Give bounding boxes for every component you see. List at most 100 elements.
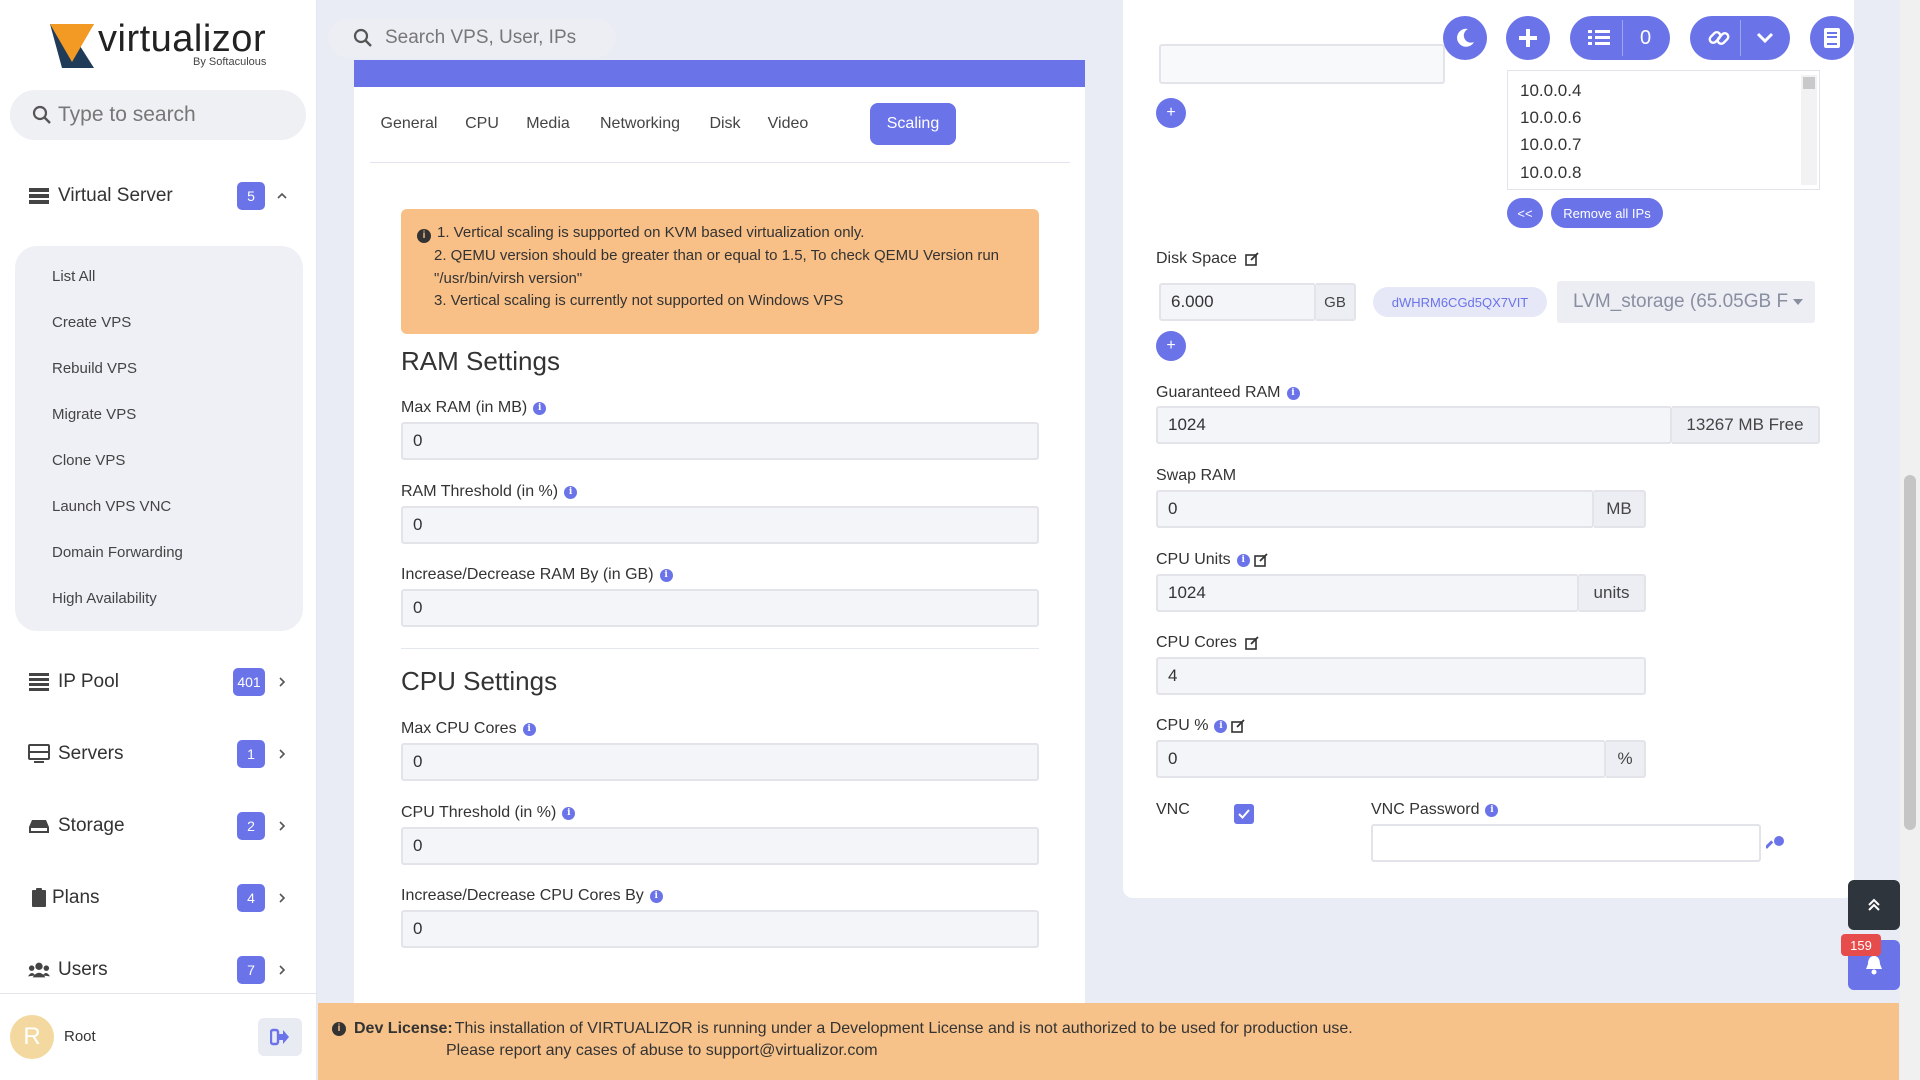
ip-back-button[interactable]: << — [1507, 198, 1543, 228]
links-dropdown-button[interactable] — [1690, 16, 1790, 60]
chevron-right-icon — [279, 749, 286, 759]
add-ip-button[interactable]: + — [1156, 98, 1186, 128]
key-icon[interactable] — [1766, 834, 1786, 854]
sidebar-search-input[interactable]: Type to search — [10, 90, 306, 140]
submenu-create-vps[interactable]: Create VPS — [52, 314, 131, 331]
sidebar-item-label: Servers — [58, 743, 124, 764]
swap-ram-label-text: Swap RAM — [1156, 467, 1237, 484]
dark-mode-button[interactable] — [1443, 16, 1487, 60]
chevron-right-icon — [279, 821, 286, 831]
swap-ram-input[interactable]: 0 — [1156, 490, 1594, 528]
cpu-units-input[interactable]: 1024 — [1156, 574, 1579, 612]
ip-list-item[interactable]: 10.0.0.8 — [1520, 163, 1581, 183]
edit-icon[interactable] — [1231, 719, 1246, 733]
tab-general[interactable]: General — [370, 103, 448, 145]
add-button[interactable] — [1506, 16, 1550, 60]
info-icon[interactable]: i — [564, 485, 578, 499]
logout-button[interactable] — [258, 1018, 302, 1056]
submenu-list-all[interactable]: List All — [52, 268, 95, 285]
cpu-percent-unit: % — [1606, 740, 1646, 778]
info-icon[interactable]: i — [649, 889, 663, 903]
info-icon[interactable]: i — [533, 401, 547, 415]
submenu-clone-vps[interactable]: Clone VPS — [52, 452, 125, 469]
tab-video[interactable]: Video — [758, 103, 818, 145]
page-scrollbar[interactable] — [1900, 0, 1920, 1080]
add-disk-button[interactable]: + — [1156, 331, 1186, 361]
storage-select[interactable]: LVM_storage (65.05GB F — [1557, 281, 1815, 323]
sidebar-item-users[interactable]: Users 7 — [0, 950, 317, 990]
info-icon[interactable]: i — [1236, 553, 1250, 567]
submenu-rebuild-vps[interactable]: Rebuild VPS — [52, 360, 137, 377]
user-bar: R Root — [0, 993, 317, 1080]
ram-free-label: 13267 MB Free — [1672, 406, 1820, 444]
scrollbar-thumb[interactable] — [1803, 77, 1815, 89]
guaranteed-ram-input[interactable]: 1024 — [1156, 406, 1672, 444]
sidebar-item-servers[interactable]: Servers 1 — [0, 734, 317, 774]
alert-line-1-text: 1. Vertical scaling is supported on KVM … — [437, 224, 865, 241]
ip-list-scrollbar[interactable] — [1801, 75, 1817, 185]
remove-all-ips-button[interactable]: Remove all IPs — [1551, 198, 1663, 228]
tab-disk[interactable]: Disk — [700, 103, 750, 145]
disk-unit: GB — [1316, 283, 1356, 321]
avatar[interactable]: R — [10, 1015, 54, 1059]
info-icon[interactable]: i — [562, 806, 576, 820]
submenu-domain-forwarding[interactable]: Domain Forwarding — [52, 544, 183, 561]
vnc-checkbox[interactable] — [1234, 804, 1254, 824]
tab-cpu[interactable]: CPU — [456, 103, 508, 145]
cpu-increase-input[interactable]: 0 — [401, 910, 1039, 948]
docs-button[interactable] — [1810, 16, 1854, 60]
scrollbar-thumb[interactable] — [1904, 475, 1916, 830]
ram-increase-input[interactable]: 0 — [401, 589, 1039, 627]
virtualizor-logo[interactable]: virtualizor By Softaculous — [50, 18, 290, 72]
sidebar-item-ip-pool[interactable]: IP Pool 401 — [0, 662, 317, 702]
edit-icon[interactable] — [1245, 636, 1259, 650]
hdd-icon — [29, 820, 49, 833]
ram-threshold-input[interactable]: 0 — [401, 506, 1039, 544]
cpu-settings-title: CPU Settings — [401, 666, 558, 696]
swap-unit: MB — [1594, 490, 1646, 528]
cpu-threshold-label: CPU Threshold (in %) i — [401, 804, 576, 822]
info-icon[interactable]: i — [522, 722, 536, 736]
info-icon[interactable]: i — [1214, 719, 1228, 733]
info-icon[interactable]: i — [1485, 803, 1499, 817]
ip-list-item[interactable]: 10.0.0.4 — [1520, 81, 1581, 101]
tab-networking[interactable]: Networking — [588, 103, 692, 145]
submenu-launch-vps-vnc[interactable]: Launch VPS VNC — [52, 498, 171, 515]
disk-space-input[interactable]: 6.000 — [1159, 283, 1316, 321]
ram-increase-label: Increase/Decrease RAM By (in GB) i — [401, 566, 673, 584]
max-cpu-cores-input[interactable]: 0 — [401, 743, 1039, 781]
info-icon[interactable]: i — [1286, 386, 1300, 400]
ip-select-input[interactable] — [1159, 44, 1445, 84]
vnc-password-input[interactable] — [1371, 824, 1761, 862]
sidebar-item-virtual-server[interactable]: Virtual Server 5 — [0, 176, 317, 216]
scroll-to-top-button[interactable] — [1848, 880, 1900, 930]
monitor-icon — [28, 744, 50, 763]
top-search-input[interactable]: Search VPS, User, IPs — [328, 18, 616, 58]
card-header-strip — [354, 60, 1085, 87]
sidebar-item-storage[interactable]: Storage 2 — [0, 806, 317, 846]
vnc-password-label-text: VNC Password — [1371, 801, 1480, 818]
cpu-percent-input[interactable]: 0 — [1156, 740, 1606, 778]
sidebar-item-plans[interactable]: Plans 4 — [0, 878, 317, 918]
disk-id-badge: dWHRM6CGd5QX7VIT — [1373, 287, 1547, 317]
guaranteed-ram-label: Guaranteed RAM i — [1156, 384, 1300, 402]
edit-icon[interactable] — [1245, 252, 1259, 266]
info-icon[interactable]: i — [659, 568, 673, 582]
submenu-migrate-vps[interactable]: Migrate VPS — [52, 406, 136, 423]
ip-list-item[interactable]: 10.0.0.6 — [1520, 108, 1581, 128]
notification-count-badge: 159 — [1841, 934, 1881, 956]
max-ram-input[interactable]: 0 — [401, 422, 1039, 460]
ip-list-item[interactable]: 10.0.0.7 — [1520, 135, 1581, 155]
cpu-cores-input[interactable]: 4 — [1156, 657, 1646, 695]
tab-media[interactable]: Media — [516, 103, 580, 145]
tasks-button[interactable]: 0 — [1570, 16, 1670, 60]
alert-line-3: 3. Vertical scaling is currently not sup… — [434, 292, 844, 309]
brand-name: virtualizor — [98, 18, 267, 60]
ip-list[interactable]: 10.0.0.4 10.0.0.6 10.0.0.7 10.0.0.8 — [1507, 70, 1820, 190]
sidebar-item-label: Storage — [58, 815, 125, 836]
cpu-threshold-input[interactable]: 0 — [401, 827, 1039, 865]
tab-scaling[interactable]: Scaling — [870, 103, 956, 145]
count-badge: 1 — [237, 740, 265, 768]
edit-icon[interactable] — [1253, 553, 1268, 567]
submenu-high-availability[interactable]: High Availability — [52, 590, 157, 607]
